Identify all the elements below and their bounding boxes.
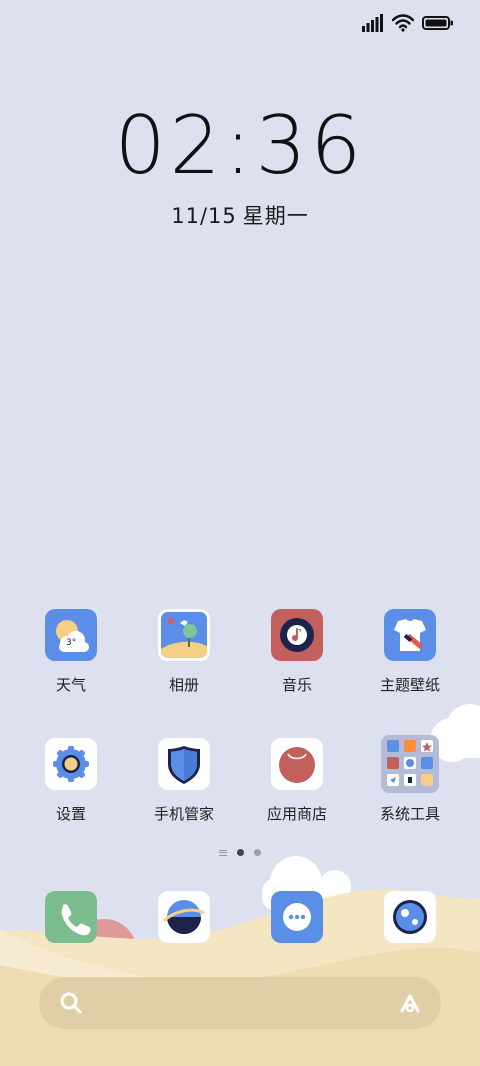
feed-page-icon (219, 849, 227, 856)
page-dot (254, 849, 261, 856)
lock-clock-time[interactable]: 02:36 (0, 96, 480, 196)
dock-messages[interactable] (271, 891, 323, 943)
gallery-icon (158, 609, 210, 661)
date-text: 11/15 (171, 204, 237, 228)
weather-temp-badge: 3° (66, 638, 76, 648)
app-label: 设置 (55, 805, 86, 823)
battery-icon (422, 16, 453, 30)
search-bar[interactable] (39, 977, 441, 1029)
app-weather[interactable]: 3° 天气 (16, 609, 126, 695)
page-indicator[interactable] (0, 849, 480, 856)
messages-icon (283, 903, 311, 931)
folder-icon (381, 735, 439, 793)
status-bar (362, 12, 454, 34)
wifi-icon (392, 14, 414, 32)
app-store[interactable]: 应用商店 (242, 738, 352, 824)
signal-icon (362, 14, 383, 32)
assistant-a-icon[interactable] (397, 991, 423, 1015)
app-label: 主题壁纸 (379, 676, 440, 694)
phone-icon (61, 904, 91, 936)
app-security[interactable]: 手机管家 (129, 738, 239, 824)
dock-assistant[interactable] (384, 891, 436, 943)
search-icon (60, 992, 82, 1014)
security-icon (158, 738, 210, 790)
music-icon (271, 609, 323, 661)
weekday-text: 星期一 (242, 204, 309, 228)
app-themes[interactable]: 主题壁纸 (355, 609, 465, 695)
app-label: 音乐 (281, 676, 312, 694)
page-dot-current (237, 849, 244, 856)
app-label: 应用商店 (266, 805, 327, 823)
settings-icon (45, 738, 97, 790)
assistant-icon (393, 900, 427, 934)
app-label: 手机管家 (153, 805, 214, 823)
app-folder-system-tools[interactable]: 系统工具 (355, 735, 465, 824)
app-label: 系统工具 (379, 805, 440, 823)
themes-icon (384, 609, 436, 661)
browser-icon (162, 900, 205, 934)
app-settings[interactable]: 设置 (16, 738, 126, 824)
app-label: 相册 (168, 676, 199, 694)
app-gallery[interactable]: 相册 (129, 609, 239, 695)
dock-browser[interactable] (158, 891, 210, 943)
app-store-icon (271, 738, 323, 790)
app-music[interactable]: 音乐 (242, 609, 352, 695)
weather-icon: 3° (45, 609, 97, 661)
dock-phone[interactable] (45, 891, 97, 943)
lock-clock-date[interactable]: 11/15 星期一 (0, 200, 480, 230)
app-label: 天气 (55, 676, 86, 694)
